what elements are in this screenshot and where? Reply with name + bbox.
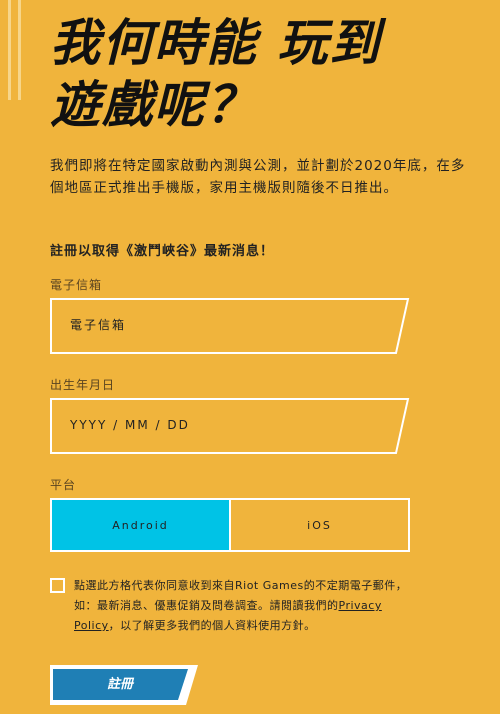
page-heading: 我何時能 玩到 遊戲呢？ xyxy=(50,12,470,136)
consent-checkbox[interactable] xyxy=(50,578,65,593)
email-field[interactable]: 電子信箱 xyxy=(50,298,410,354)
heading-line-2: 遊戲呢？ xyxy=(50,75,258,134)
platform-label: 平台 xyxy=(50,478,77,492)
decor-stripe xyxy=(18,0,21,100)
heading-line-1: 我何時能 玩到 xyxy=(50,13,382,72)
platform-option-android[interactable]: Android xyxy=(52,500,229,550)
birthdate-placeholder: YYYY / MM / DD xyxy=(70,418,190,432)
consent-text-after: ，以了解更多我們的個人資料使用方針。 xyxy=(108,619,316,632)
email-label: 電子信箱 xyxy=(50,278,103,292)
signup-prompt: 註冊以取得《激鬥峽谷》最新消息！ xyxy=(50,244,275,259)
submit-label: 註冊 xyxy=(106,677,133,692)
birthdate-label: 出生年月日 xyxy=(50,378,116,392)
consent-text: 點選此方格代表你同意收到來自Riot Games的不定期電子郵件，如：最新消息、… xyxy=(74,576,414,636)
left-decoration xyxy=(0,0,30,714)
platform-selector: Android iOS xyxy=(50,498,410,552)
decor-stripe xyxy=(8,0,11,100)
birthdate-field[interactable]: YYYY / MM / DD xyxy=(50,398,410,454)
platform-option-ios[interactable]: iOS xyxy=(229,500,408,550)
intro-text: 我們即將在特定國家啟動內測與公測，並計劃於2020年底，在多個地區正式推出手機版… xyxy=(50,158,466,196)
email-placeholder: 電子信箱 xyxy=(70,318,127,332)
submit-button[interactable]: 註冊 xyxy=(50,665,200,705)
